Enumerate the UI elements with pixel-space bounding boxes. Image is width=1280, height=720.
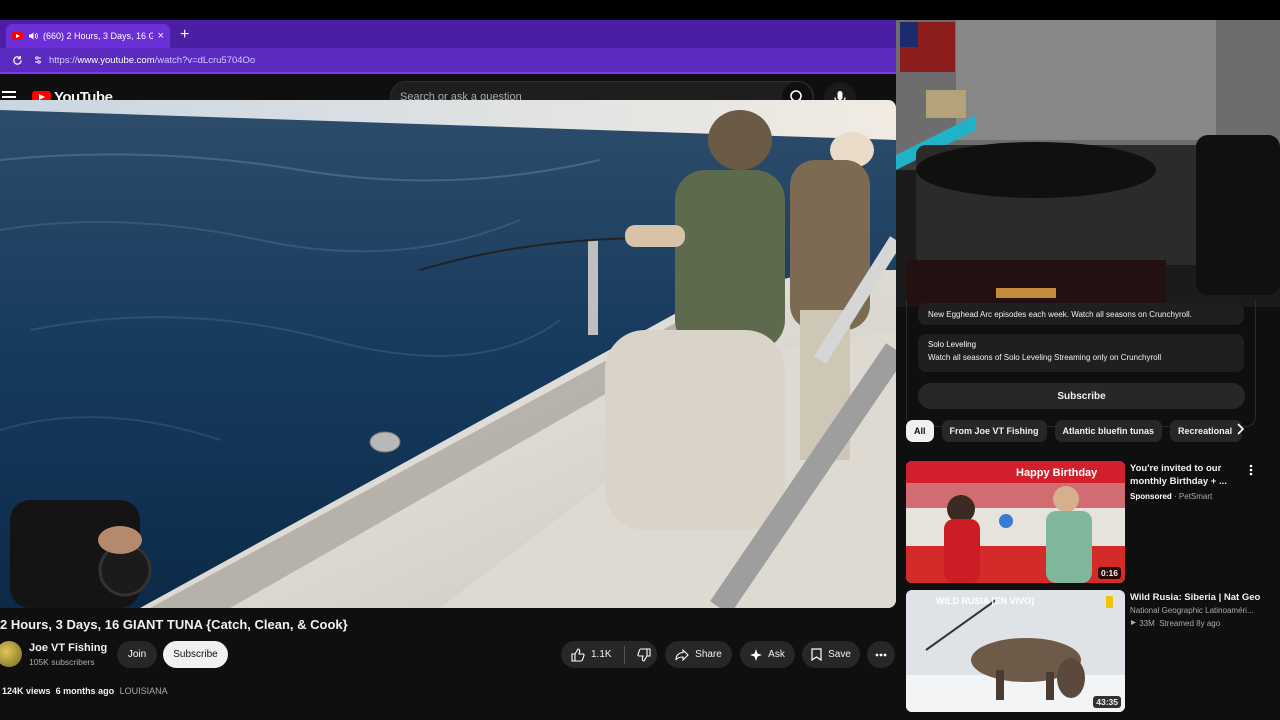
video-thumbnail[interactable]: Happy Birthday 0:16 xyxy=(906,461,1125,583)
chevron-right-icon[interactable] xyxy=(1236,422,1246,436)
view-count: 124K views xyxy=(2,686,51,696)
join-button[interactable]: Join xyxy=(117,641,157,668)
webcam-overlay xyxy=(896,20,1280,307)
advertiser-name: PetSmart xyxy=(1178,492,1213,501)
site-info-icon[interactable] xyxy=(33,55,43,65)
webcam-image xyxy=(896,20,1280,307)
tab-title: (660) 2 Hours, 3 Days, 16 GIANT xyxy=(43,31,153,41)
thumb-overlay-text: WILD RUSIA [EN VIVO] xyxy=(936,596,1034,606)
subscriber-count: 105K subscribers xyxy=(29,657,95,667)
promo-text: New Egghead Arc episodes each week. Watc… xyxy=(928,309,1192,319)
share-button[interactable]: Share xyxy=(665,641,732,668)
channel-avatar[interactable] xyxy=(0,641,22,667)
stream-age: Streamed 8y ago xyxy=(1159,619,1221,628)
browser-tab[interactable]: (660) 2 Hours, 3 Days, 16 GIANT × xyxy=(6,24,170,48)
speaker-icon[interactable] xyxy=(28,31,38,41)
sponsored-label: Sponsored xyxy=(1130,492,1172,501)
tab-bar: (660) 2 Hours, 3 Days, 16 GIANT × + xyxy=(0,20,896,48)
recommendation-meta: Sponsored · PetSmart xyxy=(1130,492,1213,501)
tab-close-icon[interactable]: × xyxy=(158,30,164,42)
duration-badge: 43:35 xyxy=(1093,696,1121,708)
promo-item-solo-leveling[interactable]: Solo Leveling Watch all seasons of Solo … xyxy=(918,334,1244,372)
live-streamed-icon xyxy=(1131,620,1136,625)
video-stats: 124K views 6 months ago LOUISIANA xyxy=(2,686,168,696)
channel-name[interactable]: National Geographic Latinoaméri... xyxy=(1130,605,1270,617)
promo-text: Watch all seasons of Solo Leveling Strea… xyxy=(928,353,1162,362)
upload-age: 6 months ago xyxy=(55,686,115,696)
thumb-banner-text: Happy Birthday xyxy=(1016,467,1098,479)
video-title: 2 Hours, 3 Days, 16 GIANT TUNA {Catch, C… xyxy=(0,617,348,632)
more-actions-button[interactable] xyxy=(867,641,895,668)
save-label: Save xyxy=(828,649,851,660)
url-scheme: https:// xyxy=(49,54,78,66)
duration-badge: 0:16 xyxy=(1097,567,1121,579)
subscribe-label: Subscribe xyxy=(173,649,218,660)
video-player[interactable] xyxy=(0,100,896,608)
url-path: /watch?v=dLcru5704Oo xyxy=(154,54,256,66)
url-host: www.youtube.com xyxy=(77,54,155,66)
thumbs-up-icon[interactable] xyxy=(571,647,585,662)
address-bar: https://www.youtube.com/watch?v=dLcru570… xyxy=(0,48,896,74)
recommendation-title[interactable]: You're invited to our monthly Birthday +… xyxy=(1130,462,1248,488)
top-strip xyxy=(0,0,1280,20)
screen: (660) 2 Hours, 3 Days, 16 GIANT × + http… xyxy=(0,0,1280,720)
right-panel: New Egghead Arc episodes each week. Watc… xyxy=(896,20,1280,720)
ask-button[interactable]: Ask xyxy=(740,641,795,668)
bookmark-icon xyxy=(811,648,822,661)
url-field[interactable]: https://www.youtube.com/watch?v=dLcru570… xyxy=(33,55,255,66)
promo-title: Solo Leveling xyxy=(928,340,977,349)
new-tab-button[interactable]: + xyxy=(180,26,189,44)
channel-name[interactable]: Joe VT Fishing xyxy=(29,642,107,654)
reload-icon[interactable] xyxy=(12,55,23,66)
recommendation-item[interactable]: WILD RUSIA [EN VIVO] 43:35 Wild Rusia: S… xyxy=(906,590,1276,712)
like-dislike-group: 1.1K xyxy=(561,641,657,668)
recommendation-item[interactable]: Happy Birthday 0:16 You're invited to ou… xyxy=(906,461,1276,583)
subscribe-button[interactable]: Subscribe xyxy=(163,641,228,668)
more-horizontal-icon xyxy=(875,653,887,656)
video-location[interactable]: LOUISIANA xyxy=(120,686,168,696)
sparkle-icon xyxy=(750,648,763,661)
sidebar-subscribe-button[interactable]: Subscribe xyxy=(918,383,1245,409)
like-count[interactable]: 1.1K xyxy=(591,649,612,660)
promo-item-egghead[interactable]: New Egghead Arc episodes each week. Watc… xyxy=(918,303,1244,325)
chip-atlantic-bluefin[interactable]: Atlantic bluefin tunas xyxy=(1054,420,1163,442)
youtube-favicon-icon xyxy=(12,32,23,40)
share-label: Share xyxy=(695,649,722,660)
ask-label: Ask xyxy=(768,649,785,660)
recommendation-title[interactable]: Wild Rusia: Siberia | Nat Geo xyxy=(1130,591,1270,604)
like-divider xyxy=(623,645,625,664)
video-frame-image xyxy=(0,100,896,608)
video-thumbnail[interactable]: WILD RUSIA [EN VIVO] 43:35 xyxy=(906,590,1125,712)
chip-all[interactable]: All xyxy=(906,420,934,442)
thumbs-down-icon[interactable] xyxy=(636,647,651,662)
share-icon xyxy=(675,648,689,661)
join-label: Join xyxy=(127,649,147,660)
video-actions-row: Joe VT Fishing 105K subscribers Join Sub… xyxy=(0,640,896,674)
chip-recreational[interactable]: Recreational xyxy=(1170,420,1243,442)
filter-chips: All From Joe VT Fishing Atlantic bluefin… xyxy=(906,420,1243,442)
recommendation-meta: 33M Streamed 8y ago xyxy=(1130,618,1270,630)
chip-from-channel[interactable]: From Joe VT Fishing xyxy=(941,420,1047,442)
subscribe-label: Subscribe xyxy=(1057,390,1106,402)
thumbnail-image: Happy Birthday xyxy=(906,461,1125,583)
thumbnail-image: WILD RUSIA [EN VIVO] xyxy=(906,590,1125,712)
save-button[interactable]: Save xyxy=(802,641,860,668)
view-count: 33M xyxy=(1139,619,1155,628)
youtube-sidebar: New Egghead Arc episodes each week. Watc… xyxy=(896,299,1280,720)
more-vertical-icon[interactable] xyxy=(1249,464,1253,476)
